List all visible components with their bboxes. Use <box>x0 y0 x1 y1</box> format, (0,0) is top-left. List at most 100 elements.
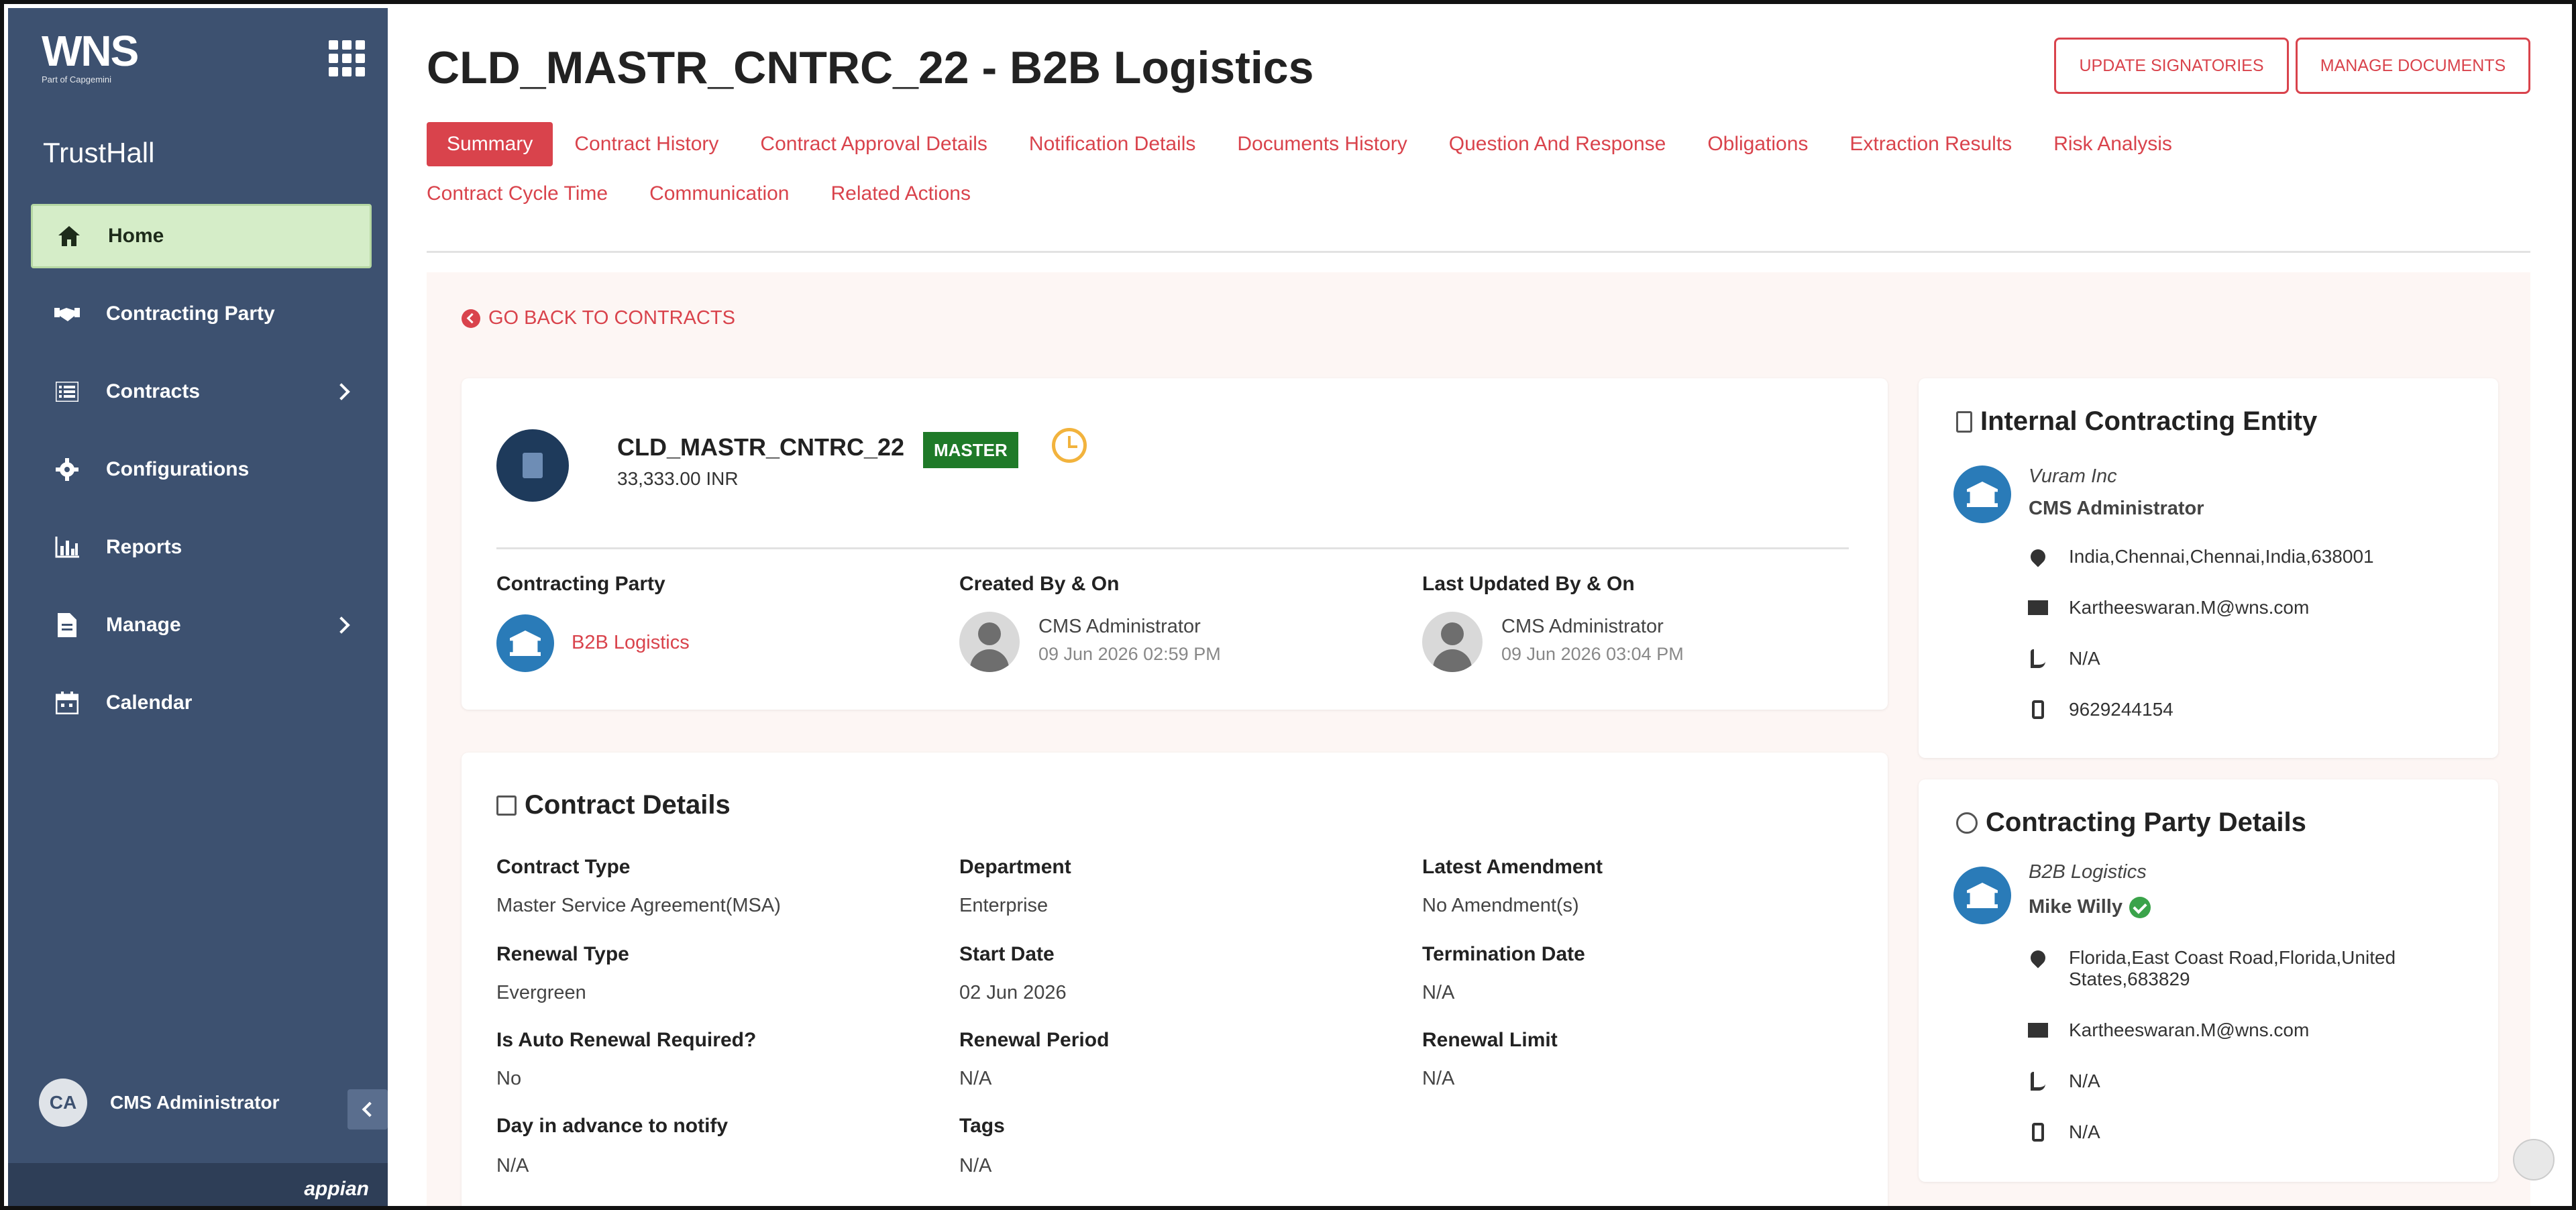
tags-value: N/A <box>959 1155 992 1176</box>
mail-icon <box>2027 1020 2049 1041</box>
contracting-party-link[interactable]: B2B Logistics <box>572 632 690 654</box>
internal-entity-card: Internal Contracting Entity Vuram Inc CM… <box>1919 378 2498 758</box>
table-icon <box>496 795 517 816</box>
contract-amount: 33,333.00 INR <box>617 468 739 489</box>
sidebar-item-home[interactable]: Home <box>31 204 372 268</box>
renewal-period-label: Renewal Period <box>959 1029 1110 1051</box>
sidebar-item-calendar[interactable]: Calendar <box>31 671 372 735</box>
latest-amendment-value: No Amendment(s) <box>1422 895 1579 916</box>
contract-name: CLD_MASTR_CNTRC_22 <box>617 433 905 461</box>
updated-on: 09 Jun 2026 03:04 PM <box>1501 644 1684 664</box>
internal-entity-title: Internal Contracting Entity <box>1956 406 2317 437</box>
tab-question-and-response[interactable]: Question And Response <box>1449 133 1666 156</box>
party-email: Kartheeswaran.M@wns.com <box>2069 1020 2310 1040</box>
renewal-type-value: Evergreen <box>496 982 586 1003</box>
tab-risk-analysis[interactable]: Risk Analysis <box>2053 133 2172 156</box>
chevron-right-icon <box>333 383 350 400</box>
start-date-value: 02 Jun 2026 <box>959 982 1067 1003</box>
go-back-label: GO BACK TO CONTRACTS <box>488 307 735 329</box>
party-phone: N/A <box>2069 1070 2100 1091</box>
party-mobile-row: N/A <box>2027 1121 2100 1143</box>
advance-notify-label: Day in advance to notify <box>496 1115 729 1137</box>
logo-text: WNS <box>42 27 139 75</box>
mail-icon <box>2027 597 2049 618</box>
user-avatar-icon <box>1422 612 1483 672</box>
tab-communication[interactable]: Communication <box>649 182 789 205</box>
updated-label: Last Updated By & On <box>1422 573 1635 595</box>
tab-summary[interactable]: Summary <box>427 122 553 166</box>
list-icon <box>54 378 80 405</box>
sidebar-item-manage[interactable]: Manage <box>31 593 372 657</box>
department-value: Enterprise <box>959 895 1049 916</box>
chevron-right-icon <box>333 616 350 634</box>
internal-phone: N/A <box>2069 648 2100 669</box>
bank-icon <box>1953 867 2011 924</box>
internal-phone-row: N/A <box>2027 648 2100 669</box>
tab-notification-details[interactable]: Notification Details <box>1029 133 1195 156</box>
mobile-icon <box>2027 1121 2049 1143</box>
update-signatories-button[interactable]: UPDATE SIGNATORIES <box>2054 38 2289 94</box>
party-phone-row: N/A <box>2027 1070 2100 1092</box>
calendar-icon <box>54 690 80 716</box>
tab-contract-cycle-time[interactable]: Contract Cycle Time <box>427 182 608 205</box>
document-icon <box>54 612 80 639</box>
party-company: B2B Logistics <box>2029 861 2147 883</box>
sidebar-item-label: Manage <box>106 614 181 636</box>
tab-contract-history[interactable]: Contract History <box>574 133 718 156</box>
logo-tagline: Part of Capgemini <box>42 74 112 85</box>
auto-renewal-label: Is Auto Renewal Required? <box>496 1029 757 1051</box>
tab-related-actions[interactable]: Related Actions <box>831 182 971 205</box>
renewal-period-value: N/A <box>959 1068 992 1089</box>
section-title-text: Contract Details <box>525 790 731 820</box>
termination-date-value: N/A <box>1422 982 1455 1003</box>
renewal-limit-value: N/A <box>1422 1068 1455 1089</box>
help-widget-icon[interactable] <box>2513 1139 2555 1180</box>
party-contact: Mike Willy <box>2029 896 2151 919</box>
tab-obligations[interactable]: Obligations <box>1707 133 1808 156</box>
sidebar-item-contracts[interactable]: Contracts <box>31 360 372 424</box>
collapse-sidebar-button[interactable] <box>347 1089 388 1130</box>
tab-divider <box>427 251 2530 253</box>
clock-icon[interactable] <box>1052 428 1087 463</box>
bank-icon <box>496 614 554 672</box>
sidebar-item-label: Contracting Party <box>106 302 275 325</box>
user-profile[interactable]: CA CMS Administrator <box>39 1079 280 1127</box>
sidebar-item-contracting-party[interactable]: Contracting Party <box>31 282 372 346</box>
building-icon <box>1956 410 1972 433</box>
manage-documents-button[interactable]: MANAGE DOCUMENTS <box>2296 38 2530 94</box>
contract-type-value: Master Service Agreement(MSA) <box>496 895 781 916</box>
internal-address-row: India,Chennai,Chennai,India,638001 <box>2027 546 2374 567</box>
tab-documents-history[interactable]: Documents History <box>1237 133 1407 156</box>
internal-mobile-row: 9629244154 <box>2027 699 2174 720</box>
tab-contract-approval-details[interactable]: Contract Approval Details <box>760 133 987 156</box>
tab-extraction-results[interactable]: Extraction Results <box>1849 133 2012 156</box>
tab-bar-row-2: Contract Cycle Time Communication Relate… <box>427 182 1012 205</box>
latest-amendment-label: Latest Amendment <box>1422 856 1603 878</box>
sidebar-item-label: Reports <box>106 536 182 558</box>
party-mobile: N/A <box>2069 1121 2100 1142</box>
party-contact-name: Mike Willy <box>2029 896 2123 918</box>
internal-contact: CMS Administrator <box>2029 498 2204 519</box>
internal-mobile: 9629244154 <box>2069 699 2174 720</box>
tags-label: Tags <box>959 1115 1005 1137</box>
globe-icon <box>1956 812 1978 834</box>
app-grid-icon[interactable] <box>329 40 365 76</box>
bank-icon <box>1953 465 2011 523</box>
back-arrow-icon <box>462 309 480 328</box>
phone-icon <box>2027 648 2049 669</box>
location-pin-icon <box>2027 947 2049 969</box>
sidebar-nav: Home Contracting Party Contracts Configu… <box>31 204 372 749</box>
start-date-label: Start Date <box>959 943 1055 965</box>
sidebar-item-configurations[interactable]: Configurations <box>31 437 372 502</box>
bar-chart-icon <box>54 534 80 561</box>
party-address-line2: States,683829 <box>2069 969 2190 989</box>
sidebar-item-reports[interactable]: Reports <box>31 515 372 580</box>
created-label: Created By & On <box>959 573 1120 595</box>
go-back-link[interactable]: GO BACK TO CONTRACTS <box>462 307 735 329</box>
app-frame: WNS Part of Capgemini TrustHall Home Con… <box>0 0 2576 1210</box>
user-avatar-icon <box>959 612 1020 672</box>
location-pin-icon <box>2027 546 2049 567</box>
contract-summary-card: CLD_MASTR_CNTRC_22 MASTER 33,333.00 INR … <box>462 378 1888 710</box>
contract-type-label: Contract Type <box>496 856 631 878</box>
sidebar-item-label: Configurations <box>106 458 250 480</box>
